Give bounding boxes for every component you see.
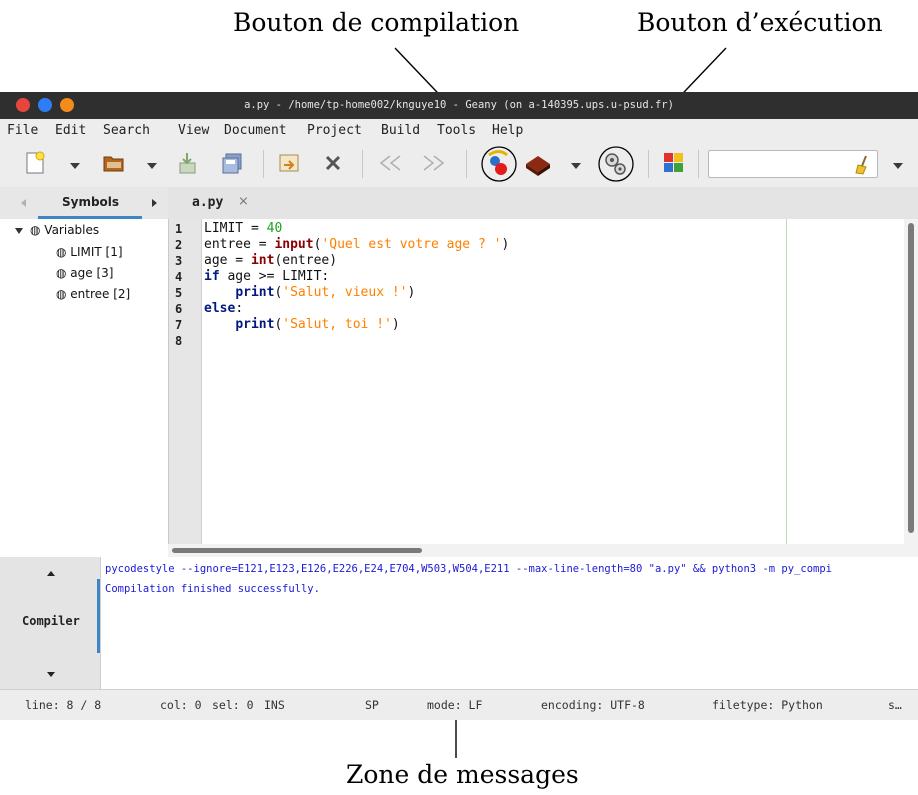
menu-document[interactable]: Document: [224, 123, 287, 138]
status-eol-mode: mode: LF: [427, 698, 483, 712]
menu-bar: File Edit Search View Document Project B…: [0, 119, 918, 142]
save-all-icon[interactable]: [220, 151, 244, 175]
tree-item[interactable]: ◍ age [3]: [56, 266, 113, 280]
code-line: print('Salut, vieux !'): [235, 285, 416, 300]
tab-close-icon[interactable]: ⨯: [238, 194, 249, 209]
line-number-gutter: 1 2 3 4 5 6 7 8: [169, 219, 202, 544]
status-overflow: s…: [888, 698, 902, 712]
code-editor[interactable]: LIMIT = 40 entree = input('Quel est votr…: [202, 219, 904, 544]
tree-item-label: LIMIT [1]: [70, 245, 123, 259]
sidebar-tab-bar: Symbols: [0, 187, 168, 220]
status-bar: line: 8 / 8 col: 0 sel: 0 INS SP mode: L…: [0, 689, 918, 720]
status-indent: SP: [365, 698, 379, 712]
toolbar-separator: [263, 150, 264, 178]
menu-file[interactable]: File: [7, 123, 38, 138]
code-line: else:: [204, 301, 244, 316]
close-icon[interactable]: [323, 153, 343, 173]
tree-group-variables[interactable]: ◍ Variables: [30, 223, 99, 237]
navigate-forward-icon[interactable]: [420, 153, 446, 173]
compile-icon[interactable]: [479, 145, 519, 183]
menu-tools[interactable]: Tools: [437, 123, 476, 138]
navigate-back-icon[interactable]: [378, 153, 404, 173]
message-tab-down-icon[interactable]: [46, 671, 56, 678]
horizontal-scrollbar[interactable]: [168, 544, 904, 557]
sidebar-tab-next-icon[interactable]: [150, 198, 158, 208]
compiler-messages[interactable]: pycodestyle --ignore=E121,E123,E126,E226…: [101, 557, 918, 689]
toolbar-separator: [362, 150, 363, 178]
save-icon[interactable]: [176, 151, 198, 175]
line-number: 4: [175, 270, 183, 284]
code-line: entree = input('Quel est votre age ? '): [204, 237, 510, 252]
message-line[interactable]: pycodestyle --ignore=E121,E123,E126,E226…: [105, 563, 832, 575]
menu-edit[interactable]: Edit: [55, 123, 86, 138]
tab-a-py[interactable]: a.py ⨯: [176, 187, 262, 219]
code-line: print('Salut, toi !'): [235, 317, 400, 332]
search-dropdown-icon[interactable]: [893, 163, 903, 169]
symbols-panel: ◍ Variables ◍ LIMIT [1] ◍ age [3] ◍ entr…: [0, 219, 169, 557]
new-file-dropdown-icon[interactable]: [70, 163, 80, 169]
code-line: LIMIT = 40: [204, 221, 283, 236]
open-file-dropdown-icon[interactable]: [147, 163, 157, 169]
tree-item-label: entree [2]: [70, 287, 131, 301]
editor-tab-bar: a.py ⨯: [168, 187, 918, 220]
status-line: line: 8 / 8: [25, 698, 102, 712]
search-input[interactable]: [708, 150, 878, 178]
tab-label: a.py: [192, 195, 224, 210]
vertical-scrollbar[interactable]: [904, 219, 918, 557]
tree-expander-icon[interactable]: [14, 227, 24, 235]
execute-icon[interactable]: [596, 145, 636, 183]
message-tab-up-icon[interactable]: [46, 570, 56, 577]
menu-project[interactable]: Project: [307, 123, 362, 138]
status-encoding: encoding: UTF-8: [541, 698, 645, 712]
title-bar: a.py - /home/tp-home002/knguye10 - Geany…: [0, 92, 918, 119]
line-number: 2: [175, 238, 183, 252]
code-line: if age >= LIMIT:: [204, 269, 330, 284]
message-window-tabs: Compiler: [0, 557, 101, 689]
line-number: 7: [175, 318, 183, 332]
new-file-icon[interactable]: [24, 151, 46, 175]
tree-item[interactable]: ◍ entree [2]: [56, 287, 130, 301]
line-number: 8: [175, 334, 183, 348]
build-icon[interactable]: [522, 150, 554, 178]
status-col: col: 0: [160, 698, 202, 712]
tab-active-indicator: [97, 579, 100, 653]
tab-symbols[interactable]: Symbols: [62, 195, 119, 209]
toolbar-separator: [698, 150, 699, 178]
menu-search[interactable]: Search: [103, 123, 150, 138]
menu-view[interactable]: View: [178, 123, 209, 138]
code-line: age = int(entree): [204, 253, 338, 268]
toolbar-separator: [648, 150, 649, 178]
sidebar-tab-prev-icon[interactable]: [20, 198, 28, 208]
toolbar: [0, 142, 918, 187]
status-sel: sel: 0: [212, 698, 254, 712]
line-number: 5: [175, 286, 183, 300]
line-number: 3: [175, 254, 183, 268]
status-insert-mode: INS: [264, 698, 285, 712]
color-chooser-icon[interactable]: [662, 151, 686, 175]
message-line[interactable]: Compilation finished successfully.: [105, 583, 320, 595]
geany-window: a.py - /home/tp-home002/knguye10 - Geany…: [0, 92, 918, 720]
tree-item-label: age [3]: [70, 266, 114, 280]
tab-compiler[interactable]: Compiler: [22, 614, 80, 628]
menu-build[interactable]: Build: [381, 123, 420, 138]
clear-search-icon[interactable]: [854, 155, 872, 175]
window-title: a.py - /home/tp-home002/knguye10 - Geany…: [244, 99, 674, 111]
menu-help[interactable]: Help: [492, 123, 523, 138]
tree-group-label: Variables: [44, 223, 100, 237]
toolbar-separator: [466, 150, 467, 178]
horizontal-scrollbar-thumb[interactable]: [172, 548, 422, 553]
build-dropdown-icon[interactable]: [571, 163, 581, 169]
line-number: 1: [175, 222, 183, 236]
open-file-icon[interactable]: [102, 152, 126, 174]
line-number: 6: [175, 302, 183, 316]
revert-icon[interactable]: [277, 151, 301, 175]
tree-item[interactable]: ◍ LIMIT [1]: [56, 245, 123, 259]
status-filetype: filetype: Python: [712, 698, 823, 712]
long-line-marker: [786, 219, 787, 544]
vertical-scrollbar-thumb[interactable]: [908, 223, 914, 533]
